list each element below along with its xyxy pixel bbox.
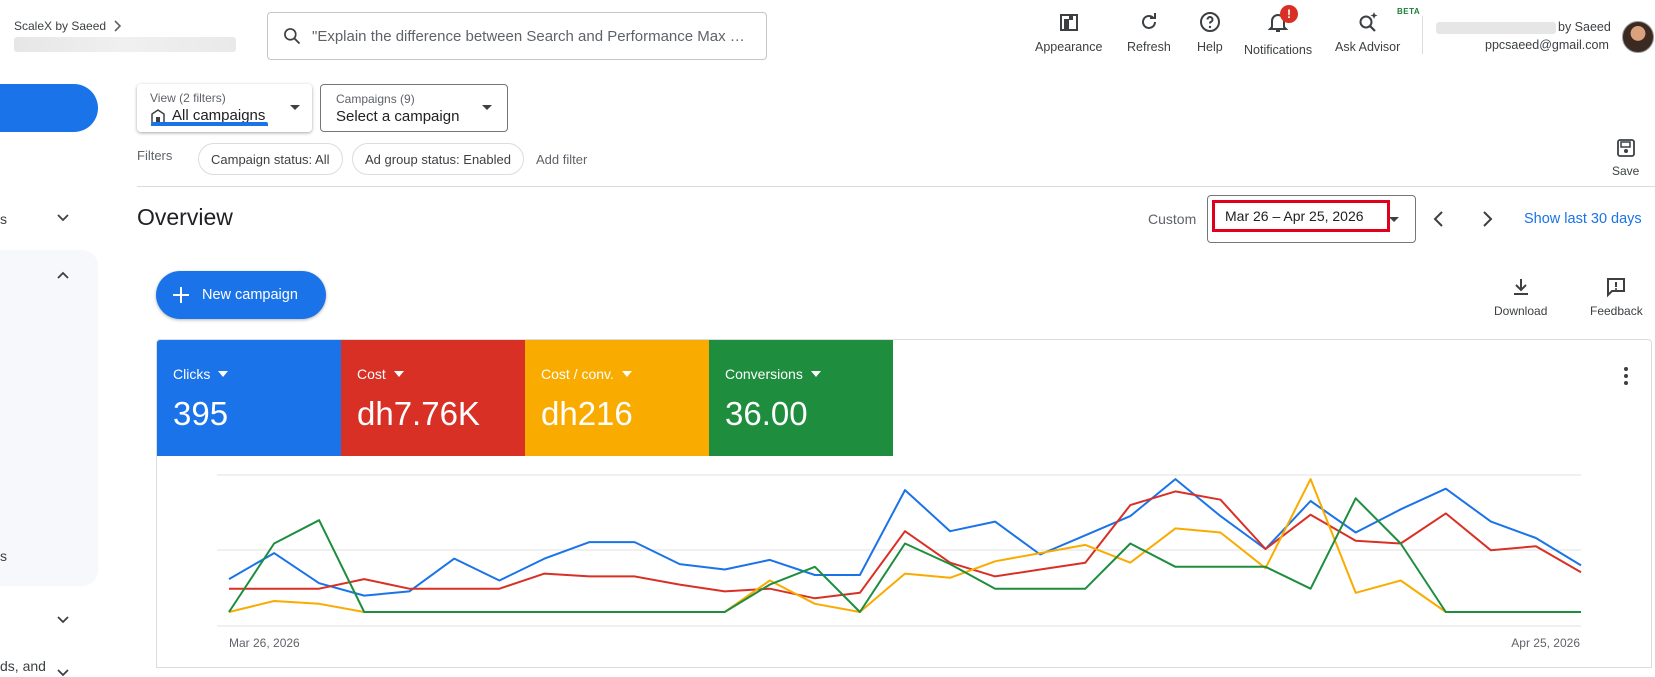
ask-advisor-label: Ask Advisor [1335, 40, 1401, 54]
campaign-selector-value: Select a campaign [336, 108, 460, 125]
dropdown-arrow-icon [393, 371, 404, 377]
metric-value: dh216 [541, 395, 633, 432]
series-line-conversions [228, 497, 1581, 613]
appearance-icon [1059, 14, 1078, 31]
x-tick-label-start: Mar 26, 2026 [229, 636, 300, 650]
user-name-redacted [1436, 22, 1556, 34]
ask-advisor-button[interactable]: BETA Ask Advisor [1335, 7, 1420, 54]
notifications-button[interactable]: ! Notifications [1244, 5, 1313, 57]
save-label: Save [1612, 164, 1640, 178]
date-range-picker[interactable]: Mar 26 – Apr 25, 2026 [1207, 195, 1416, 243]
show-last-30-days-link[interactable]: Show last 30 days [1524, 211, 1642, 227]
plus-icon [173, 287, 189, 303]
help-button[interactable]: Help [1197, 10, 1223, 54]
view-selector-label: View (2 filters) [150, 91, 226, 105]
campaign-selector[interactable]: Campaigns (9) Select a campaign [320, 84, 508, 132]
metric-value: 36.00 [725, 395, 808, 432]
next-period-icon[interactable] [1475, 207, 1499, 231]
search-icon [284, 28, 301, 45]
help-icon [1199, 12, 1220, 32]
campaign-selector-label: Campaigns (9) [336, 92, 415, 106]
metric-tile-cost-per-conv[interactable]: Cost / conv. dh216 [525, 340, 709, 456]
performance-chart-card: Clicks 395 Cost dh7.76K Cost / conv. dh2… [156, 339, 1652, 668]
metric-value: dh7.76K [357, 395, 480, 432]
page-title: Overview [137, 204, 233, 230]
user-email: ppcsaeed@gmail.com [1485, 38, 1609, 52]
search-placeholder: "Explain the difference between Search a… [312, 27, 752, 45]
avatar[interactable] [1622, 21, 1654, 53]
account-switcher[interactable]: ScaleX by Saeed [14, 19, 122, 33]
save-button[interactable]: Save [1612, 138, 1639, 178]
line-chart: Mar 26, 2026 Apr 25, 2026 [217, 474, 1582, 650]
notifications-label: Notifications [1244, 43, 1313, 57]
metric-tile-cost[interactable]: Cost dh7.76K [341, 340, 525, 456]
nav-item-fragment-b[interactable]: s [0, 548, 7, 564]
date-range-type-label: Custom [1148, 211, 1197, 227]
metric-label: Conversions [725, 366, 803, 382]
dropdown-arrow-icon [482, 105, 492, 110]
appearance-button[interactable]: Appearance [1035, 10, 1102, 54]
feedback-label: Feedback [1590, 304, 1643, 318]
filter-chip-ad-group-status[interactable]: Ad group status: Enabled [352, 143, 524, 175]
dropdown-arrow-icon [290, 105, 300, 110]
view-selector[interactable]: View (2 filters) All campaigns [137, 84, 312, 132]
previous-period-icon[interactable] [1427, 207, 1451, 231]
nav-expanded-section [0, 250, 98, 586]
date-range-value: Mar 26 – Apr 25, 2026 [1212, 200, 1390, 232]
search-input[interactable]: "Explain the difference between Search a… [267, 12, 767, 60]
create-button-fragment[interactable] [0, 84, 98, 132]
notifications-badge: ! [1280, 5, 1299, 23]
header-divider [1422, 16, 1423, 54]
advisor-sparkle-icon [1359, 12, 1378, 32]
new-campaign-button[interactable]: New campaign [156, 271, 326, 319]
download-label: Download [1494, 304, 1548, 318]
filter-chip-campaign-status[interactable]: Campaign status: All [198, 143, 343, 175]
series-line-cost-conv [228, 478, 1581, 613]
dropdown-arrow-icon [621, 371, 632, 377]
chevron-down-icon[interactable] [56, 615, 70, 625]
download-button[interactable]: Download [1494, 275, 1547, 318]
more-options-icon[interactable] [1623, 366, 1629, 386]
metric-label: Cost [357, 366, 386, 382]
download-icon [1513, 279, 1528, 295]
account-name: ScaleX by Saeed [14, 19, 107, 33]
dropdown-arrow-icon [810, 371, 821, 377]
dropdown-arrow-icon [1389, 217, 1399, 222]
refresh-icon [1141, 13, 1156, 29]
dropdown-arrow-icon [218, 371, 229, 377]
chevron-down-icon[interactable] [56, 213, 70, 223]
metric-value: 395 [173, 395, 229, 432]
chevron-down-icon[interactable] [56, 668, 70, 677]
series-line-clicks [228, 478, 1582, 597]
refresh-button[interactable]: Refresh [1127, 10, 1171, 54]
view-selector-underline [151, 122, 268, 126]
feedback-button[interactable]: Feedback [1590, 275, 1643, 318]
new-campaign-label: New campaign [202, 287, 298, 303]
x-tick-label-end: Apr 25, 2026 [1511, 636, 1580, 650]
metric-tile-conversions[interactable]: Conversions 36.00 [709, 340, 893, 456]
chevron-right-icon [114, 20, 122, 32]
chevron-up-icon[interactable] [56, 270, 70, 280]
refresh-label: Refresh [1127, 40, 1171, 54]
metric-label: Cost / conv. [541, 366, 614, 382]
beta-badge: BETA [1397, 7, 1421, 16]
feedback-icon [1607, 278, 1626, 298]
metric-tile-clicks[interactable]: Clicks 395 [157, 340, 341, 456]
filters-label: Filters [137, 148, 173, 163]
help-label: Help [1197, 40, 1223, 54]
metric-label: Clicks [173, 366, 211, 382]
account-id-redacted [14, 37, 236, 52]
add-filter-button[interactable]: Add filter [536, 152, 587, 167]
user-name-suffix: by Saeed [1558, 20, 1611, 34]
nav-item-fragment-c[interactable]: ds, and [0, 658, 46, 674]
filters-divider [137, 186, 1655, 187]
appearance-label: Appearance [1035, 40, 1103, 54]
save-icon [1616, 139, 1635, 157]
nav-item-fragment-a[interactable]: s [0, 211, 7, 227]
